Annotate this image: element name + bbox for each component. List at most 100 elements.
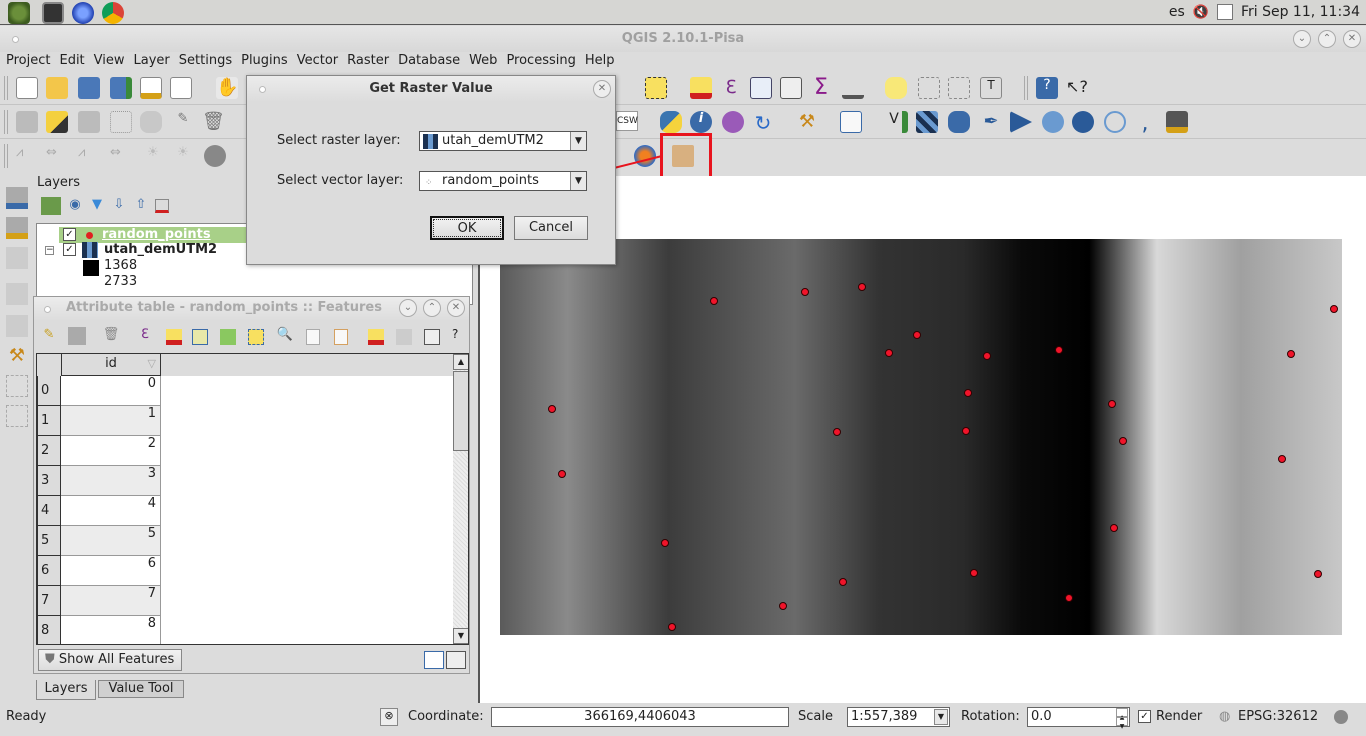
maximize-button[interactable]: ⌃: [1318, 30, 1336, 48]
table-cell-id[interactable]: 6: [61, 556, 161, 586]
new-layer-icon[interactable]: [6, 217, 28, 239]
map-point[interactable]: [1314, 570, 1322, 578]
row-header[interactable]: 7: [37, 586, 61, 616]
deselect-icon[interactable]: [690, 77, 712, 99]
map-point[interactable]: [801, 288, 809, 296]
messages-icon[interactable]: [1334, 710, 1348, 724]
current-edits-icon[interactable]: [16, 111, 38, 133]
new-column-icon[interactable]: [396, 329, 412, 345]
delete-selected-icon[interactable]: 🗑: [102, 327, 120, 345]
help-button[interactable]: ?: [452, 327, 458, 341]
save-edits-icon[interactable]: [68, 327, 86, 345]
row-header[interactable]: 6: [37, 556, 61, 586]
coordinate-field[interactable]: 366169,4406043: [491, 707, 789, 727]
table-cell-id[interactable]: 0: [61, 376, 161, 406]
chevron-down-icon[interactable]: ▼: [570, 172, 586, 190]
composer-edit-icon[interactable]: [6, 405, 28, 427]
form-view-icon[interactable]: [424, 651, 444, 669]
identify-features-icon[interactable]: i: [690, 111, 712, 133]
measure-icon[interactable]: [842, 77, 864, 99]
add-vector-layer-icon[interactable]: V: [886, 111, 908, 133]
map-point[interactable]: [1055, 346, 1063, 354]
paste-icon[interactable]: [334, 329, 348, 345]
maximize-button[interactable]: ⌃: [423, 299, 441, 317]
filter-legend-icon[interactable]: ▼: [87, 197, 107, 215]
delete-selected-icon[interactable]: 🗑: [202, 111, 225, 133]
invert-selection-icon[interactable]: [220, 329, 236, 345]
add-postgis-layer-icon[interactable]: [948, 111, 970, 133]
scrollbar-thumb[interactable]: [453, 371, 468, 451]
table-cell-id[interactable]: 5: [61, 526, 161, 556]
open-attribute-table-icon[interactable]: [750, 77, 772, 99]
text-annotation-icon[interactable]: T: [980, 77, 1002, 99]
row-header[interactable]: 2: [37, 436, 61, 466]
crs-button[interactable]: EPSG:32612: [1238, 709, 1318, 724]
menu-layer[interactable]: Layer: [134, 52, 170, 70]
add-wcs-layer-icon[interactable]: [1072, 111, 1094, 133]
toolbar-grip[interactable]: [4, 144, 8, 168]
map-point[interactable]: [970, 569, 978, 577]
map-point[interactable]: [983, 352, 991, 360]
scroll-down-button[interactable]: ▼: [453, 628, 468, 644]
menu-web[interactable]: Web: [469, 52, 497, 70]
menu-help[interactable]: Help: [585, 52, 615, 70]
scroll-up-button[interactable]: ▲: [453, 354, 468, 370]
row-header[interactable]: 5: [37, 526, 61, 556]
chrome-icon[interactable]: [102, 2, 124, 24]
csw-icon[interactable]: CSW: [616, 111, 638, 131]
menu-edit[interactable]: Edit: [59, 52, 84, 70]
help-contents-icon[interactable]: ?: [1036, 77, 1058, 99]
new-print-composer-icon[interactable]: [140, 77, 162, 99]
map-point[interactable]: [661, 539, 669, 547]
toolbar-grip[interactable]: [4, 76, 8, 100]
processing-toolbox-icon[interactable]: [722, 111, 744, 133]
composer-icon[interactable]: [6, 375, 28, 397]
stretch-local-icon[interactable]: ⇔: [110, 145, 132, 167]
add-feature-icon[interactable]: [110, 111, 132, 133]
table-cell-id[interactable]: 8: [61, 616, 161, 644]
cancel-button[interactable]: Cancel: [514, 216, 588, 240]
volume-muted-icon[interactable]: 🔇: [1193, 5, 1209, 20]
copy-rows-icon[interactable]: [306, 329, 320, 345]
pan-to-selected-icon[interactable]: [248, 329, 264, 345]
raster-layer-utah-dem[interactable]: [500, 239, 1342, 635]
table-cell-id[interactable]: 1: [61, 406, 161, 436]
map-point[interactable]: [1065, 594, 1073, 602]
add-wms-layer-icon[interactable]: [1042, 111, 1064, 133]
local-histogram-icon[interactable]: ⇔: [46, 145, 68, 167]
close-window-button[interactable]: ✕: [1343, 30, 1361, 48]
new-bookmark-icon[interactable]: [918, 77, 940, 99]
window-menu-icon[interactable]: [44, 306, 51, 313]
map-point[interactable]: [858, 283, 866, 291]
keyboard-layout[interactable]: es: [1169, 4, 1185, 20]
render-checkbox[interactable]: ✓: [1138, 710, 1151, 723]
move-feature-icon[interactable]: [140, 111, 162, 133]
digitize-icon[interactable]: [6, 283, 28, 305]
stretch-full-icon[interactable]: ⩘: [78, 145, 100, 167]
menu-processing[interactable]: Processing: [506, 52, 575, 70]
field-calculator-icon[interactable]: [424, 329, 440, 345]
manage-visibility-icon[interactable]: ◉: [65, 197, 85, 215]
terminal-icon[interactable]: [42, 2, 64, 24]
vector-layer-select[interactable]: ⁘ random_points ▼: [419, 171, 587, 191]
map-point[interactable]: [710, 297, 718, 305]
dialog-close-button[interactable]: ✕: [593, 80, 611, 98]
map-point[interactable]: [1287, 350, 1295, 358]
add-raster-layer-icon[interactable]: [916, 111, 938, 133]
vertical-scrollbar[interactable]: ▲ ▼: [453, 354, 468, 644]
toggle-editing-icon[interactable]: [46, 111, 68, 133]
deselect-all-icon[interactable]: [166, 329, 182, 345]
table-cell-id[interactable]: 7: [61, 586, 161, 616]
save-project-icon[interactable]: [78, 77, 100, 99]
new-memory-layer-icon[interactable]: [1166, 111, 1188, 133]
menu-settings[interactable]: Settings: [179, 52, 232, 70]
python-console-icon[interactable]: [660, 111, 682, 133]
row-header[interactable]: 3: [37, 466, 61, 496]
network-icon[interactable]: [1216, 4, 1233, 20]
new-project-icon[interactable]: [16, 77, 38, 99]
table-view-icon[interactable]: [446, 651, 466, 669]
add-delimited-text-icon[interactable]: ,: [1134, 111, 1156, 136]
select-features-icon[interactable]: [645, 77, 667, 99]
map-point[interactable]: [962, 427, 970, 435]
spin-up-button[interactable]: ▲: [1116, 708, 1128, 721]
